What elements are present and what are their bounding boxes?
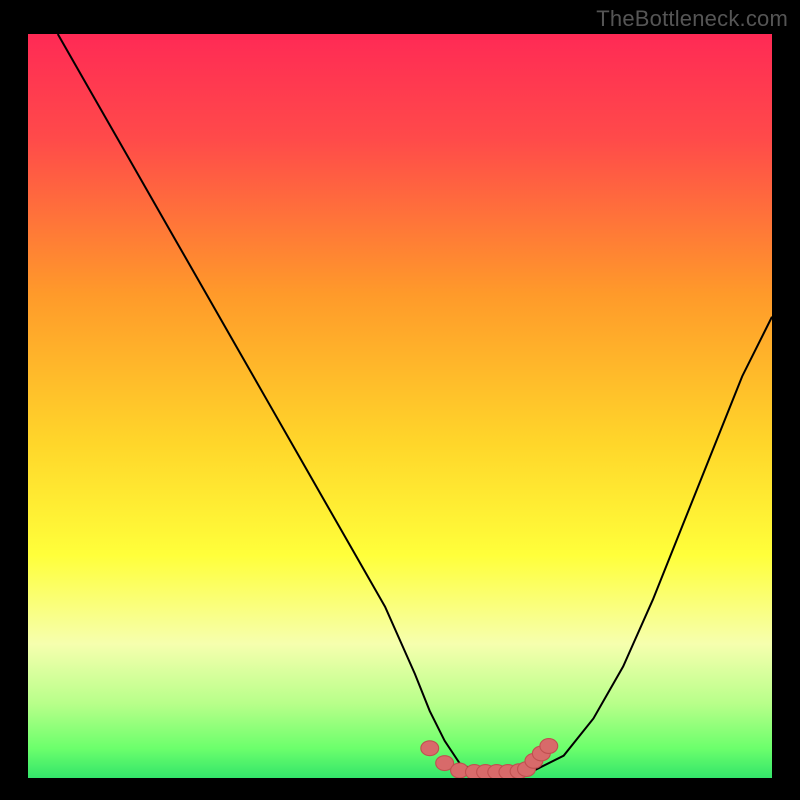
chart-container: TheBottleneck.com xyxy=(0,0,800,800)
watermark-text: TheBottleneck.com xyxy=(596,6,788,32)
gradient-panel xyxy=(28,34,772,778)
chart-svg xyxy=(28,34,772,778)
plot-area xyxy=(28,34,772,778)
marker-dot xyxy=(540,739,558,754)
marker-dot xyxy=(421,741,439,756)
